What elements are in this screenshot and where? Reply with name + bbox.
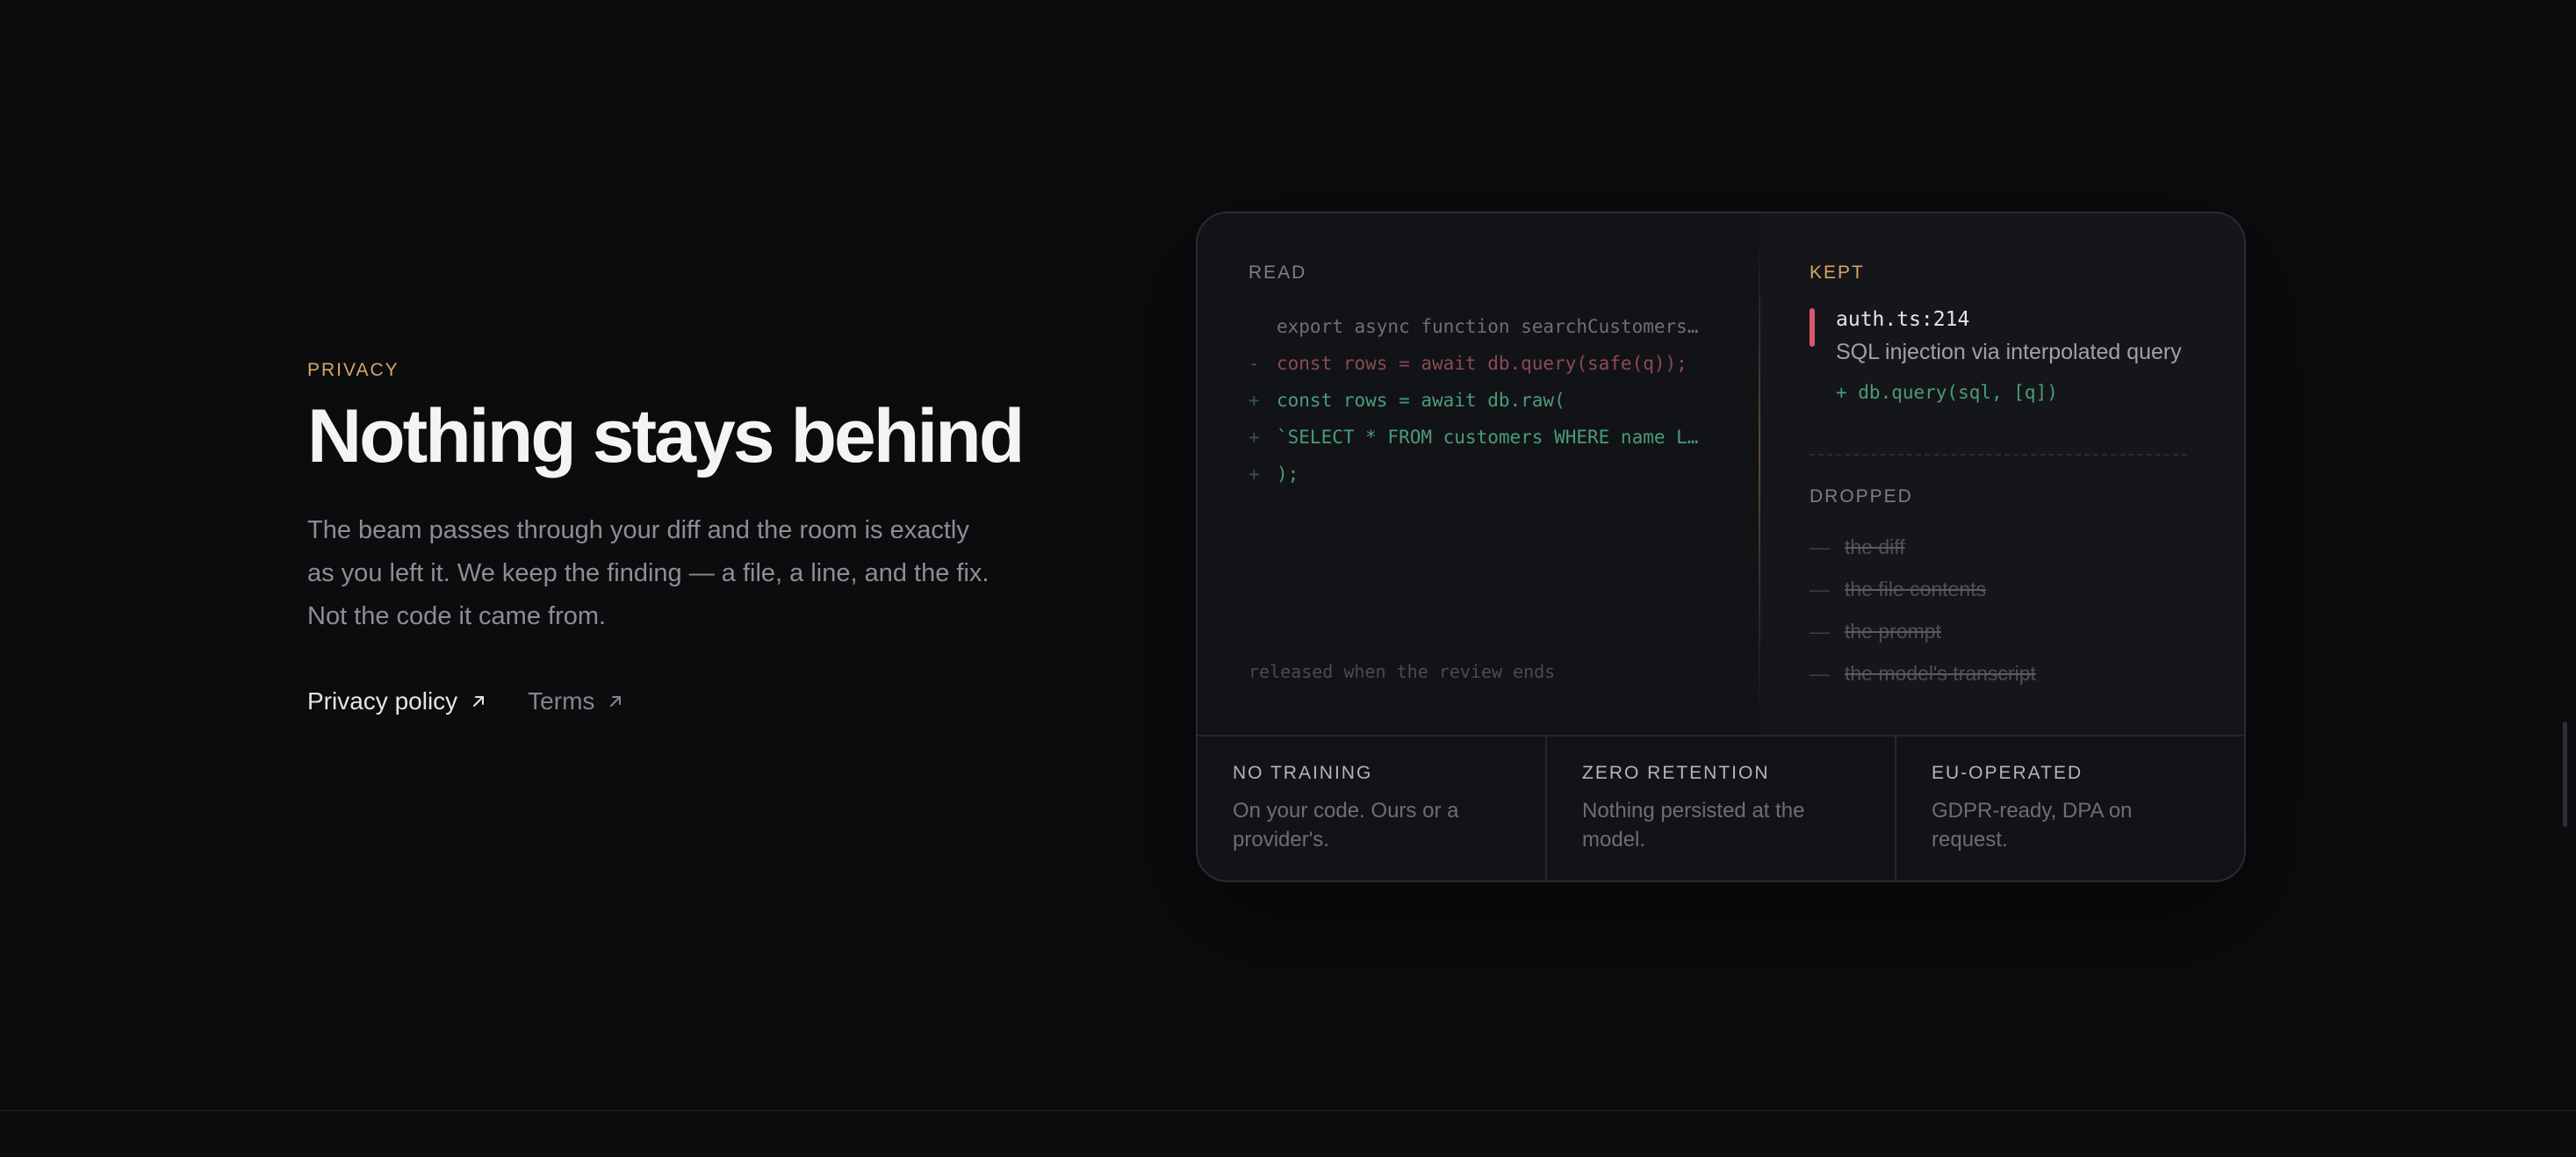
section-description: The beam passes through your diff and th… [307,516,989,631]
dropped-item-label: the diff [1845,535,1905,558]
legal-links: Privacy policy Terms [307,687,1062,715]
dropped-item-label: the model's transcript [1845,661,2036,685]
feature-title: ZERO RETENTION [1582,763,1770,783]
dropped-item-label: the file contents [1845,577,1987,600]
diff-sign: + [1248,464,1260,485]
kept-divider [1810,454,2187,456]
code-line-removed: - const rows = await db.query(safe(q)); [1248,345,1707,382]
feature-title: EU-OPERATED [1932,763,2083,783]
read-label: READ [1248,262,1307,283]
finding-fix: + db.query(sql, [q]) [1836,382,2058,403]
feature-description: Nothing persisted at the model. [1582,799,1805,852]
dash-marker: — [1810,619,1830,643]
code-line-added: + const rows = await db.raw( [1248,382,1707,419]
release-note: released when the review ends [1248,661,1556,682]
code-line: export async function searchCustomers… [1248,308,1707,345]
feature-zero-retention: ZERO RETENTION Nothing persisted at the … [1547,737,1896,880]
code-text: export async function searchCustomers… [1277,316,1699,337]
feature-description: GDPR-ready, DPA on request. [1932,799,2133,852]
diff-sign: + [1248,427,1260,448]
dropped-list: — the diff — the file contents — the pro… [1810,526,2036,694]
finding-marker [1810,308,1815,347]
arrow-up-right-icon [610,696,622,708]
feature-description: On your code. Ours or a provider's. [1233,799,1459,852]
scrollbar-thumb[interactable] [2563,722,2567,827]
dash-marker: — [1810,535,1830,558]
feature-eu-operated: EU-OPERATED GDPR-ready, DPA on request. [1896,737,2244,880]
privacy-card: READ export async function searchCustome… [1196,212,2246,882]
feature-title: NO TRAINING [1233,763,1373,783]
dropped-label: DROPPED [1810,486,1913,507]
page-title: Nothing stays behind [307,394,1025,478]
dropped-item: — the prompt [1810,610,2036,652]
section-divider [0,1110,2576,1111]
dropped-item: — the model's transcript [1810,652,2036,694]
code-line-added: + `SELECT * FROM customers WHERE name L… [1248,419,1707,456]
dropped-item: — the diff [1810,526,2036,568]
diff-sign: - [1248,353,1260,374]
dash-marker: — [1810,577,1830,600]
read-pane: READ export async function searchCustome… [1198,213,1759,735]
terms-link-label: Terms [528,687,595,715]
diff-code-block: export async function searchCustomers… -… [1248,308,1707,492]
code-line-added: + ); [1248,456,1707,492]
arrow-up-right-icon [473,696,485,708]
feature-strip: NO TRAINING On your code. Ours or a prov… [1198,735,2244,880]
dropped-item: — the file contents [1810,568,2036,610]
code-text: const rows = await db.raw( [1277,390,1565,411]
feature-no-training: NO TRAINING On your code. Ours or a prov… [1198,737,1547,880]
privacy-intro: PRIVACY Nothing stays behind The beam pa… [307,360,1062,715]
privacy-policy-link-label: Privacy policy [307,687,458,715]
code-text: const rows = await db.query(safe(q)); [1277,353,1687,374]
kept-pane: KEPT auth.ts:214 SQL injection via inter… [1760,213,2244,735]
dropped-item-label: the prompt [1845,619,1941,643]
finding-file-location: auth.ts:214 [1836,308,1970,331]
kept-label: KEPT [1810,262,1865,283]
code-text: ); [1277,464,1299,485]
section-eyebrow: PRIVACY [307,360,399,380]
terms-link[interactable]: Terms [528,687,624,715]
privacy-policy-link[interactable]: Privacy policy [307,687,487,715]
finding-description: SQL injection via interpolated query [1836,340,2182,364]
diff-sign: + [1248,390,1260,411]
dash-marker: — [1810,661,1830,685]
code-text: `SELECT * FROM customers WHERE name L… [1277,427,1699,448]
